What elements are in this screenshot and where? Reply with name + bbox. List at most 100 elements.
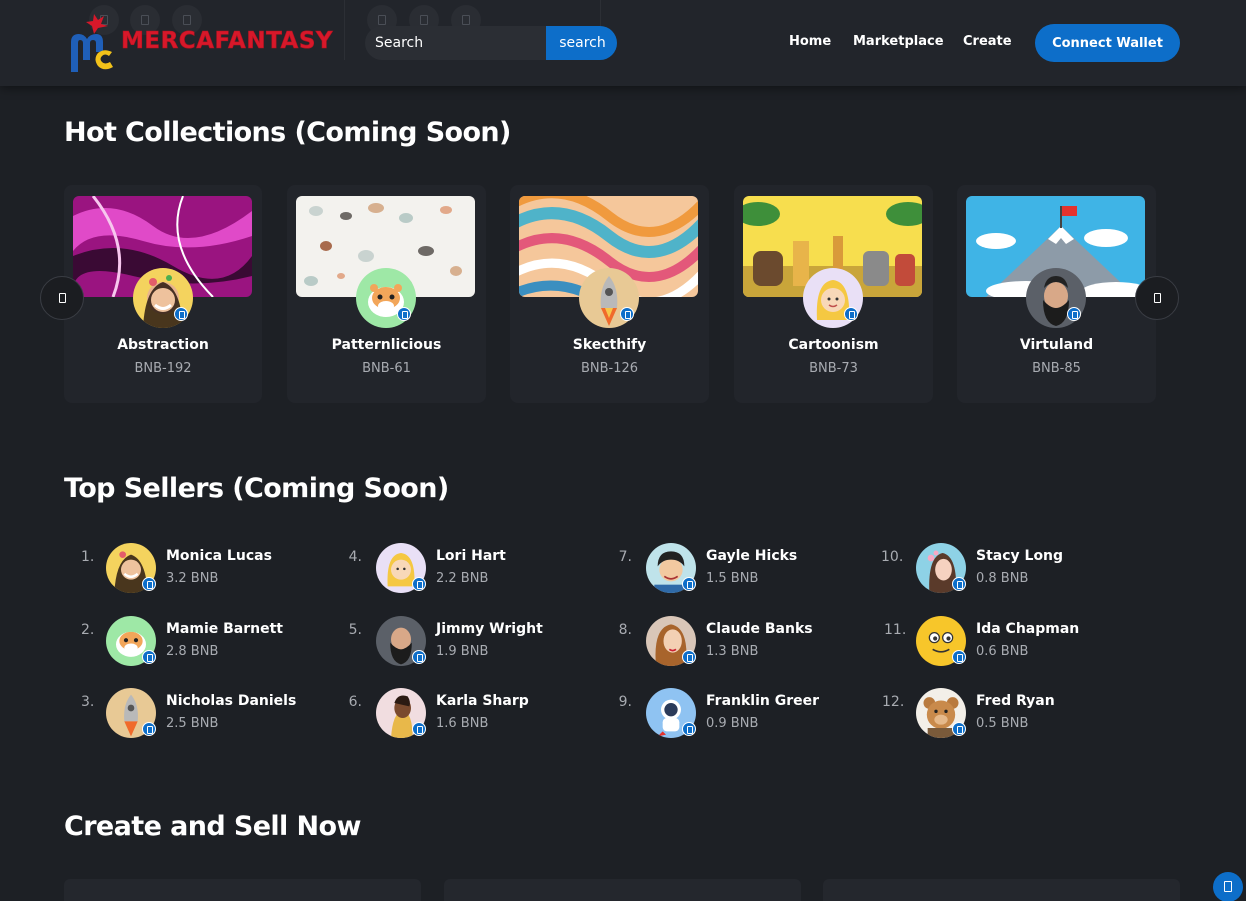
verified-check-icon (412, 722, 426, 736)
collection-card[interactable]: Virtuland BNB-85 (957, 185, 1156, 403)
collection-code: BNB-126 (580, 361, 639, 376)
seller-value: 2.2 BNB (436, 571, 489, 586)
verified-check-icon (620, 307, 634, 321)
collection-code: BNB-73 (809, 361, 858, 376)
search-bar: search (365, 26, 617, 60)
seller-value: 1.3 BNB (706, 644, 759, 659)
collection-card[interactable]: Cartoonism BNB-73 (734, 185, 933, 403)
seller-value: 0.6 BNB (976, 644, 1029, 659)
seller-rank: 6. (348, 694, 362, 710)
collection-name: Patternlicious (331, 337, 442, 353)
verified-check-icon (412, 577, 426, 591)
collection-code: BNB-192 (134, 361, 192, 376)
nav-marketplace[interactable]: Marketplace (853, 34, 944, 49)
seller-item[interactable]: 2. Mamie Barnett 2.8 BNB (81, 616, 331, 672)
collection-card[interactable]: Skecthify BNB-126 (510, 185, 709, 403)
scroll-to-top-button[interactable] (1213, 872, 1243, 901)
search-input[interactable] (365, 26, 546, 60)
mc-logo-icon (71, 14, 113, 72)
seller-rank: 12. (882, 694, 905, 710)
seller-value: 0.5 BNB (976, 716, 1029, 731)
collection-name: Cartoonism (788, 337, 879, 353)
verified-check-icon (682, 650, 696, 664)
site-logo[interactable]: MERCAFANTASY (68, 12, 338, 74)
seller-rank: 8. (618, 622, 632, 638)
chevron-right-icon (1154, 293, 1161, 303)
connect-wallet-button[interactable]: Connect Wallet (1035, 24, 1180, 62)
verified-check-icon (844, 307, 858, 321)
seller-item[interactable]: 10. Stacy Long 0.8 BNB (881, 543, 1141, 599)
verified-check-icon (1067, 307, 1081, 321)
carousel-next-button[interactable] (1135, 276, 1179, 320)
verified-check-icon (952, 722, 966, 736)
nav-create[interactable]: Create (963, 34, 1012, 49)
seller-item[interactable]: 11. Ida Chapman 0.6 BNB (884, 616, 1141, 672)
seller-name: Lori Hart (436, 548, 506, 564)
seller-name: Monica Lucas (166, 548, 272, 564)
verified-check-icon (682, 577, 696, 591)
arrow-up-icon (1224, 881, 1232, 892)
chevron-left-icon (59, 293, 66, 303)
seller-item[interactable]: 9. Franklin Greer 0.9 BNB (618, 688, 871, 744)
seller-value: 2.5 BNB (166, 716, 219, 731)
brand-name: MERCAFANTASY (121, 28, 334, 55)
seller-rank: 3. (81, 694, 95, 710)
seller-name: Nicholas Daniels (166, 693, 297, 709)
create-step-card (64, 879, 421, 901)
seller-value: 1.6 BNB (436, 716, 489, 731)
top-sellers-title: Top Sellers (Coming Soon) (64, 473, 449, 504)
search-button[interactable]: search (546, 26, 617, 60)
site-header: MERCAFANTASY search Home Marketplace Cre… (0, 0, 1246, 86)
verified-check-icon (412, 650, 426, 664)
seller-name: Gayle Hicks (706, 548, 798, 564)
seller-rank: 2. (81, 622, 95, 638)
seller-rank: 10. (881, 549, 904, 565)
verified-check-icon (682, 722, 696, 736)
seller-item[interactable]: 5. Jimmy Wright 1.9 BNB (348, 616, 601, 672)
hot-collections-title: Hot Collections (Coming Soon) (64, 117, 511, 148)
seller-name: Jimmy Wright (436, 621, 543, 637)
collection-name: Skecthify (572, 337, 647, 353)
verified-check-icon (952, 577, 966, 591)
create-step-card (444, 879, 801, 901)
seller-name: Fred Ryan (976, 693, 1055, 709)
seller-item[interactable]: 3. Nicholas Daniels 2.5 BNB (81, 688, 331, 744)
seller-item[interactable]: 8. Claude Banks 1.3 BNB (618, 616, 871, 672)
verified-check-icon (142, 722, 156, 736)
nav-home[interactable]: Home (789, 34, 831, 49)
collection-card[interactable]: Abstraction BNB-192 (64, 185, 262, 403)
carousel-prev-button[interactable] (40, 276, 84, 320)
create-sell-title: Create and Sell Now (64, 811, 361, 842)
collection-name: Abstraction (117, 337, 209, 353)
ghost-divider (344, 0, 345, 60)
seller-value: 0.9 BNB (706, 716, 759, 731)
seller-item[interactable]: 1. Monica Lucas 3.2 BNB (81, 543, 331, 599)
seller-rank: 5. (348, 622, 362, 638)
verified-check-icon (952, 650, 966, 664)
seller-value: 1.5 BNB (706, 571, 759, 586)
seller-name: Claude Banks (706, 621, 813, 637)
verified-check-icon (397, 307, 411, 321)
seller-name: Mamie Barnett (166, 621, 284, 637)
create-step-card (823, 879, 1180, 901)
seller-rank: 7. (618, 549, 632, 565)
seller-value: 0.8 BNB (976, 571, 1029, 586)
seller-rank: 4. (348, 549, 362, 565)
verified-check-icon (142, 650, 156, 664)
seller-rank: 1. (81, 549, 95, 565)
collection-code: BNB-85 (1032, 361, 1081, 376)
seller-name: Franklin Greer (706, 693, 820, 709)
seller-item[interactable]: 6. Karla Sharp 1.6 BNB (348, 688, 601, 744)
seller-item[interactable]: 4. Lori Hart 2.2 BNB (348, 543, 601, 599)
seller-item[interactable]: 7. Gayle Hicks 1.5 BNB (618, 543, 871, 599)
seller-rank: 9. (618, 694, 632, 710)
collection-code: BNB-61 (362, 361, 411, 376)
collection-card[interactable]: Patternlicious BNB-61 (287, 185, 486, 403)
seller-value: 3.2 BNB (166, 571, 219, 586)
seller-name: Stacy Long (976, 548, 1064, 564)
seller-item[interactable]: 12. Fred Ryan 0.5 BNB (882, 688, 1141, 744)
seller-rank: 11. (884, 622, 907, 638)
seller-name: Ida Chapman (976, 621, 1080, 637)
verified-check-icon (142, 577, 156, 591)
seller-name: Karla Sharp (436, 693, 529, 709)
